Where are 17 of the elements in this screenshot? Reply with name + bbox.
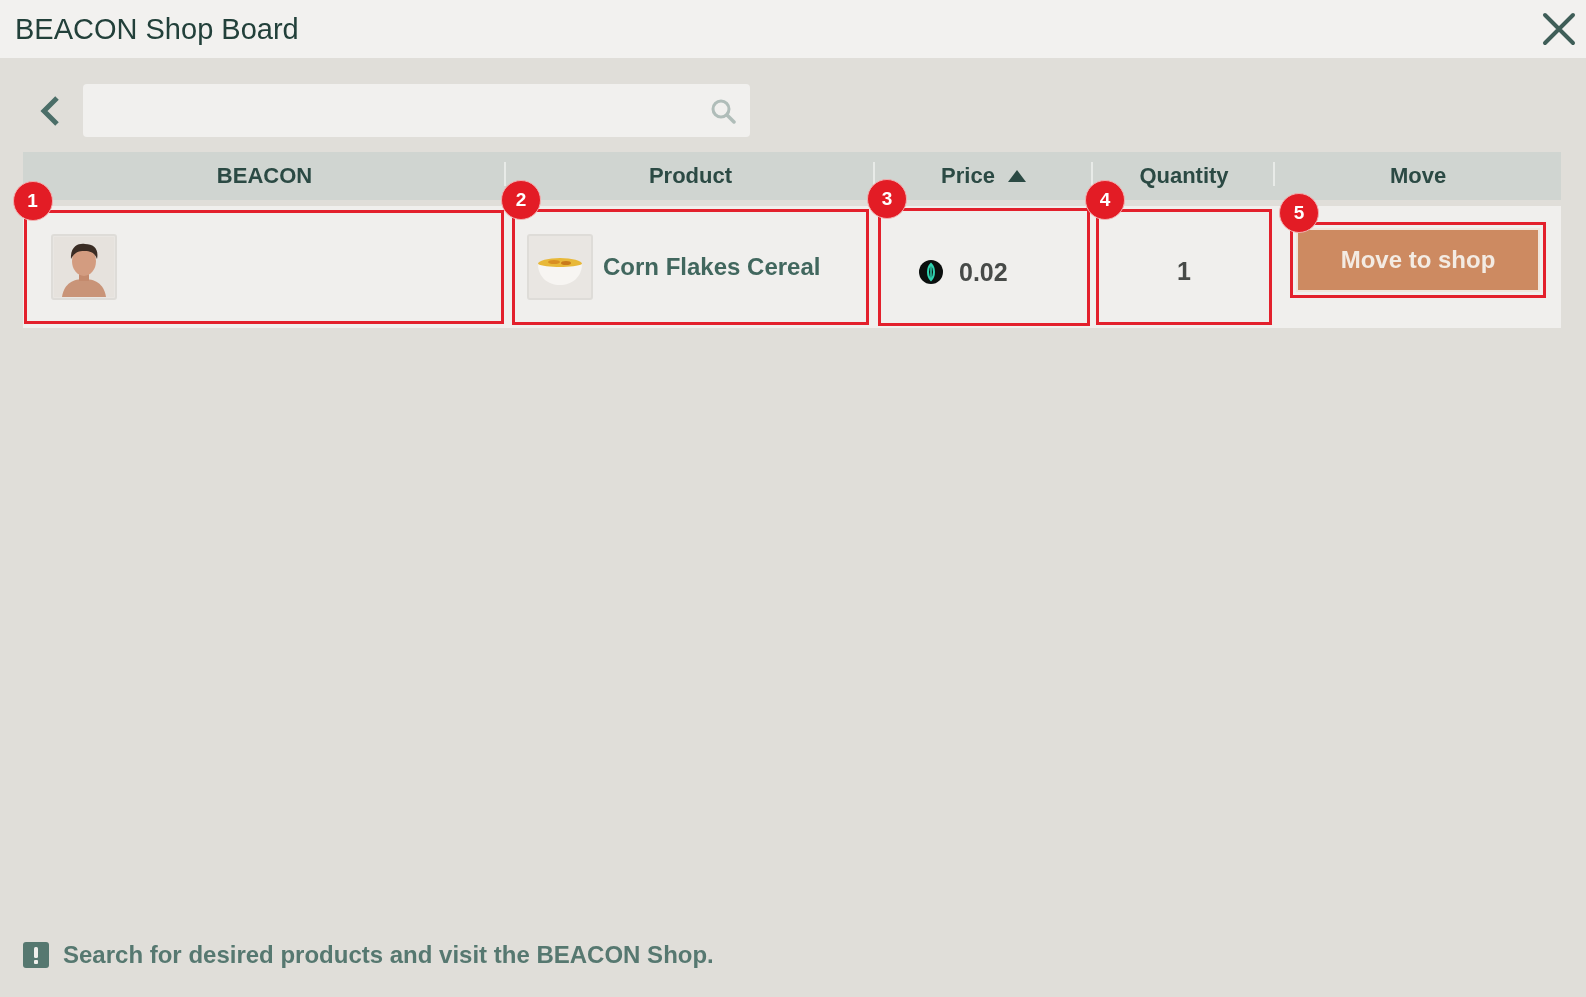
column-header: Product xyxy=(648,163,733,189)
coin-icon xyxy=(919,260,943,284)
search-field[interactable] xyxy=(83,84,750,137)
column-header: Move xyxy=(1389,163,1447,189)
info-icon xyxy=(23,942,49,968)
price-value: 0.02 xyxy=(959,257,1008,287)
column-header: BEACON xyxy=(216,163,313,189)
column-header: Quantity xyxy=(1139,163,1229,189)
sort-ascending-icon[interactable] xyxy=(1006,169,1027,183)
product-name: Corn Flakes Cereal xyxy=(603,253,821,281)
column-header[interactable]: Price xyxy=(941,163,995,189)
close-icon[interactable] xyxy=(1542,12,1576,46)
back-icon[interactable] xyxy=(39,94,61,127)
window-title: BEACON Shop Board xyxy=(15,12,299,46)
quantity-value: 1 xyxy=(1177,256,1191,286)
hint-text: Search for desired products and visit the BEACON Shop. xyxy=(63,941,714,969)
callout-number: 1 xyxy=(12,181,53,221)
